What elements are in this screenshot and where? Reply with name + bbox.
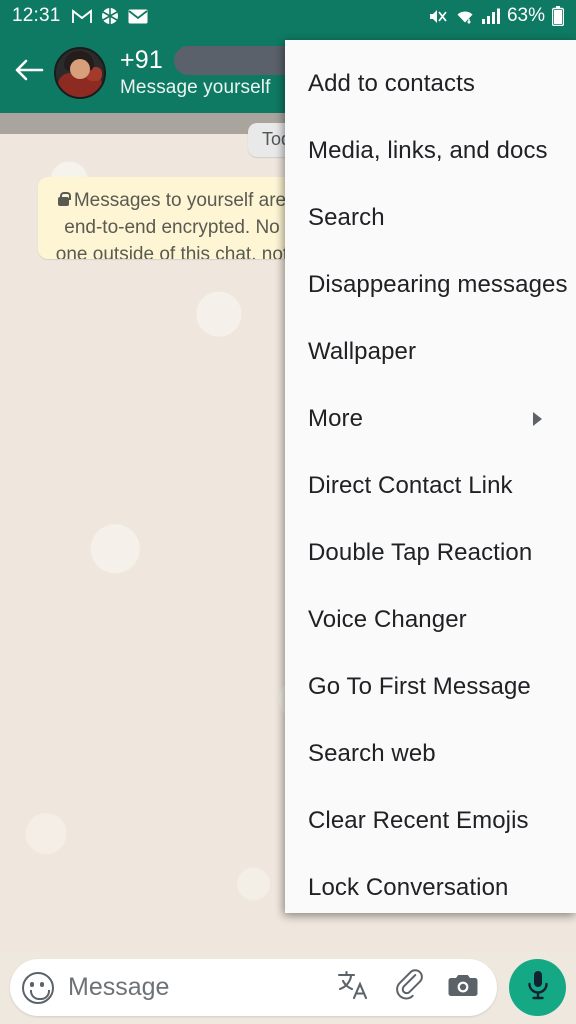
status-bar: 12:31 63%: [0, 0, 576, 32]
menu-item-search[interactable]: Search: [285, 184, 576, 251]
back-arrow-icon: [14, 57, 44, 88]
battery-percentage: 63%: [506, 5, 545, 26]
menu-item-go-to-first-message[interactable]: Go To First Message: [285, 653, 576, 720]
menu-item-label: Disappearing messages: [308, 270, 568, 298]
menu-item-label: Search: [308, 203, 385, 231]
page-title: +91: [120, 45, 164, 74]
encryption-notice[interactable]: Messages to yourself are end-to-end encr…: [38, 177, 306, 259]
menu-item-label: Voice Changer: [308, 605, 467, 633]
menu-item-label: Direct Contact Link: [308, 471, 513, 499]
back-button[interactable]: [6, 50, 52, 96]
menu-item-label: Clear Recent Emojis: [308, 806, 529, 834]
gmail-icon: [71, 8, 92, 24]
contact-name-row: +91: [120, 45, 307, 75]
mute-icon: [428, 8, 448, 25]
menu-item-direct-contact-link[interactable]: Direct Contact Link: [285, 452, 576, 519]
menu-item-more[interactable]: More: [285, 385, 576, 452]
translate-icon[interactable]: [337, 969, 371, 1006]
contact-header[interactable]: +91 Message yourself: [120, 45, 307, 99]
chevron-right-icon: [533, 411, 542, 426]
menu-item-add-to-contacts[interactable]: Add to contacts: [285, 50, 576, 117]
message-input[interactable]: Message: [68, 973, 337, 1002]
shutter-icon: [101, 7, 119, 25]
menu-item-voice-changer[interactable]: Voice Changer: [285, 586, 576, 653]
menu-item-label: Go To First Message: [308, 672, 531, 700]
menu-item-wallpaper[interactable]: Wallpaper: [285, 318, 576, 385]
composer-actions: [337, 969, 479, 1006]
avatar-photo-face: [70, 58, 90, 79]
signal-icon: [481, 8, 500, 24]
wifi-icon: [455, 8, 475, 24]
overflow-menu[interactable]: Add to contacts Media, links, and docs S…: [285, 40, 576, 913]
menu-item-media-links-and-docs[interactable]: Media, links, and docs: [285, 117, 576, 184]
microphone-icon: [525, 969, 551, 1006]
message-input-pill[interactable]: Message: [10, 959, 497, 1016]
status-bar-notification-icons: [71, 7, 148, 25]
menu-item-label: Double Tap Reaction: [308, 538, 533, 566]
contact-subtitle: Message yourself: [120, 77, 271, 98]
menu-item-label: More: [308, 404, 364, 432]
status-bar-clock: 12:31: [12, 5, 61, 26]
mail-icon: [127, 9, 148, 24]
menu-item-label: Add to contacts: [308, 69, 475, 97]
menu-item-clear-recent-emojis[interactable]: Clear Recent Emojis: [285, 787, 576, 854]
status-bar-system-icons: 63%: [428, 5, 564, 27]
avatar[interactable]: [54, 46, 106, 99]
menu-item-label: Media, links, and docs: [308, 136, 548, 164]
emoji-icon[interactable]: [22, 971, 54, 1004]
menu-item-double-tap-reaction[interactable]: Double Tap Reaction: [285, 519, 576, 586]
camera-icon[interactable]: [447, 971, 479, 1004]
lock-icon: [57, 192, 71, 206]
menu-item-lock-conversation[interactable]: Lock Conversation: [285, 854, 576, 921]
menu-item-label: Search web: [308, 739, 436, 767]
menu-item-search-web[interactable]: Search web: [285, 720, 576, 787]
menu-item-label: Wallpaper: [308, 337, 417, 365]
voice-message-button[interactable]: [509, 959, 566, 1016]
battery-icon: [552, 6, 564, 26]
menu-item-disappearing-messages[interactable]: Disappearing messages: [285, 251, 576, 318]
encryption-notice-text: Messages to yourself are end-to-end encr…: [55, 190, 289, 259]
composer-bar: Message: [0, 951, 576, 1024]
menu-item-label: Lock Conversation: [308, 873, 509, 901]
paperclip-icon[interactable]: [393, 969, 425, 1006]
